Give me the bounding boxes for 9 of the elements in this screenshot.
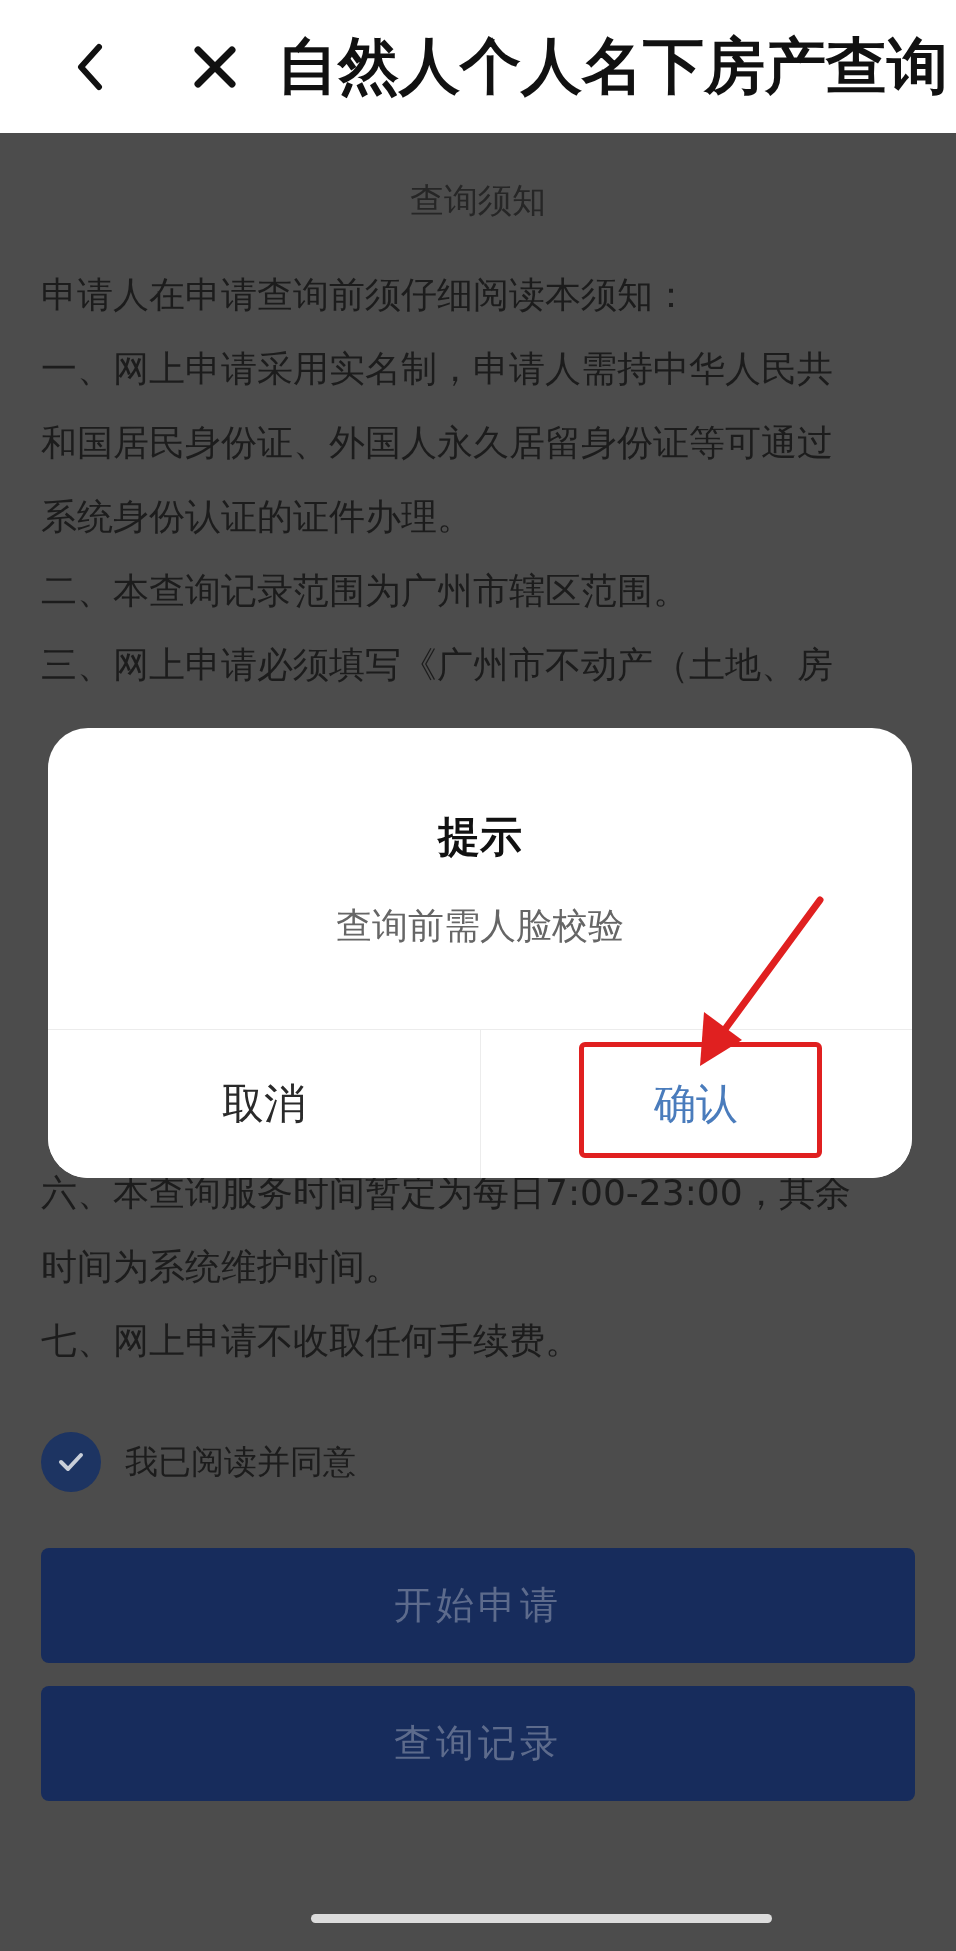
page-title: 自然人个人名下房产查询 [277, 28, 948, 103]
close-icon[interactable] [193, 44, 237, 89]
back-icon[interactable] [75, 42, 105, 91]
confirm-button[interactable]: 确认 [479, 1030, 912, 1178]
action-button[interactable]: 查询记录 [41, 1686, 915, 1801]
action-button[interactable]: 开始申请 [41, 1548, 915, 1663]
checkbox[interactable] [41, 1432, 101, 1492]
dialog-title: 提示 [438, 812, 522, 862]
dialog-message: 查询前需人脸校验 [336, 904, 624, 948]
